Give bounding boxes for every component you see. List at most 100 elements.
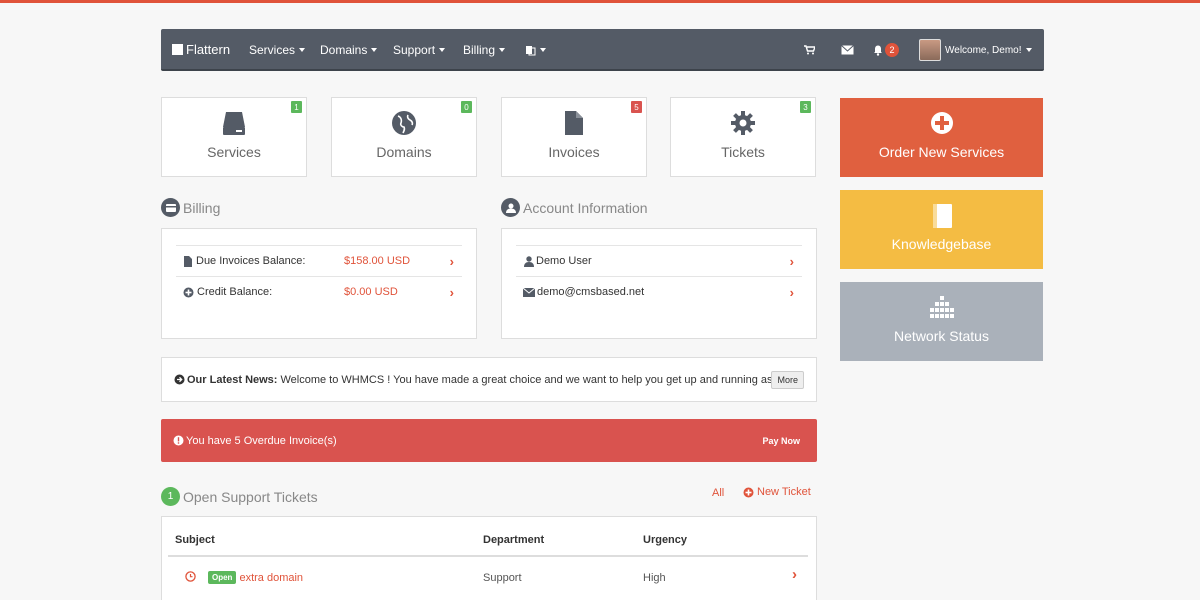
tickets-count-badge: 1 [161, 487, 180, 506]
nav-domains-label: Domains [320, 43, 368, 57]
new-ticket-link[interactable]: New Ticket [743, 486, 811, 498]
caret-down-icon [1025, 48, 1032, 52]
tile-label: Invoices [548, 144, 600, 160]
tickets-title: Open Support Tickets [183, 488, 318, 505]
tickets-table: Subject Department Urgency Open extra do… [161, 516, 817, 600]
tile-invoices[interactable]: 5 Invoices [501, 97, 647, 177]
plus-circle-icon [930, 112, 953, 134]
user-circle-icon [501, 198, 520, 217]
knowledgebase-button[interactable]: Knowledgebase [840, 190, 1043, 269]
gear-icon [731, 111, 755, 135]
notifications-button[interactable]: 2 [873, 29, 899, 71]
messages-button[interactable] [841, 29, 854, 71]
credit-balance-label: Credit Balance: [197, 286, 273, 298]
news-bar: Our Latest News: Welcome to WHMCS ! You … [161, 357, 817, 402]
ticket-urgency: High [643, 572, 666, 584]
nav-support-label: Support [393, 43, 436, 57]
arrow-circle-right-icon [174, 374, 185, 385]
account-header: Account Information [501, 198, 648, 217]
exclamation-circle-icon [173, 435, 184, 446]
notifications-count-badge: 2 [885, 43, 899, 57]
tile-label: Tickets [721, 144, 765, 160]
pay-now-button[interactable]: Pay Now [762, 436, 800, 446]
tile-services[interactable]: 1 Services [161, 97, 307, 177]
ticket-subject-cell: Open extra domain [208, 571, 303, 584]
nav-billing[interactable]: Billing [463, 29, 506, 71]
avatar [919, 39, 941, 61]
due-invoices-label: Due Invoices Balance: [196, 255, 306, 267]
welcome-text: Welcome, Demo! [945, 44, 1022, 56]
plus-circle-icon [183, 287, 194, 297]
tile-label: Domains [376, 144, 432, 160]
account-email: demo@cmsbased.net [537, 286, 645, 298]
tickets-all-link[interactable]: All [712, 487, 724, 499]
column-header-urgency[interactable]: Urgency [643, 534, 687, 546]
credit-balance-value: $0.00 USD [344, 286, 398, 298]
overdue-alert-text: You have 5 Overdue Invoice(s) [186, 434, 337, 447]
news-title: Our Latest News: [187, 373, 278, 386]
account-title: Account Information [523, 199, 648, 216]
status-badge: Open [208, 571, 237, 584]
brand-logo[interactable]: Flattern [172, 42, 230, 57]
billing-header: Billing [161, 198, 220, 217]
logo-square-icon [172, 43, 183, 55]
ticket-department: Support [483, 572, 522, 584]
server-icon [223, 112, 245, 135]
top-accent-strip [0, 0, 1200, 3]
table-header-divider [168, 555, 808, 557]
envelope-icon [841, 45, 854, 55]
ticket-subject-link[interactable]: extra domain [239, 572, 303, 584]
caret-down-icon [439, 48, 446, 52]
account-panel: Demo User › demo@cmsbased.net › [501, 228, 817, 339]
tile-tickets[interactable]: 3 Tickets [670, 97, 816, 177]
new-ticket-label: New Ticket [757, 486, 811, 498]
chevron-right-icon: › [449, 253, 454, 269]
cart-button[interactable] [804, 29, 815, 71]
globe-icon [392, 111, 416, 135]
nav-billing-label: Billing [463, 43, 496, 57]
overdue-alert: You have 5 Overdue Invoice(s) Pay Now [161, 419, 817, 462]
column-header-department[interactable]: Department [483, 534, 544, 546]
account-name-row[interactable]: Demo User › [516, 245, 802, 276]
cart-icon [804, 45, 815, 55]
language-menu[interactable] [525, 29, 546, 71]
language-icon [526, 45, 536, 55]
envelope-icon [523, 287, 535, 297]
news-more-button[interactable]: More [771, 371, 804, 389]
column-header-subject[interactable]: Subject [175, 534, 215, 546]
network-status-button[interactable]: Network Status [840, 282, 1043, 361]
nav-support[interactable]: Support [393, 29, 446, 71]
book-icon [932, 204, 952, 228]
nav-services[interactable]: Services [249, 29, 306, 71]
caret-down-icon [299, 48, 306, 52]
bell-icon [874, 45, 882, 56]
chevron-right-icon: › [449, 284, 454, 300]
nav-services-label: Services [249, 43, 296, 57]
brand-name: Flattern [186, 41, 231, 57]
user-menu[interactable]: Welcome, Demo! [919, 29, 1032, 71]
credit-card-icon [161, 198, 180, 217]
nav-domains[interactable]: Domains [320, 29, 378, 71]
order-new-services-label: Order New Services [878, 144, 1005, 160]
billing-title: Billing [183, 199, 221, 216]
file-icon [184, 255, 192, 267]
tile-domains[interactable]: 0 Domains [331, 97, 477, 177]
chevron-right-icon: › [792, 566, 797, 583]
due-invoices-value: $158.00 USD [344, 255, 411, 267]
tickets-header: 1 Open Support Tickets [161, 487, 318, 506]
account-email-row[interactable]: demo@cmsbased.net › [516, 276, 802, 307]
order-new-services-button[interactable]: Order New Services [840, 98, 1043, 177]
caret-down-icon [371, 48, 378, 52]
chevron-right-icon: › [789, 253, 794, 269]
network-icon [929, 296, 954, 318]
top-navbar: Flattern Services Domains Support Billin… [161, 29, 1044, 71]
caret-down-icon [499, 48, 506, 52]
knowledgebase-label: Knowledgebase [891, 236, 992, 252]
chevron-right-icon: › [789, 284, 794, 300]
plus-circle-icon [743, 487, 754, 497]
credit-balance-row[interactable]: Credit Balance: $0.00 USD › [176, 276, 462, 307]
clock-icon [185, 571, 196, 582]
due-invoices-row[interactable]: Due Invoices Balance: $158.00 USD › [176, 245, 462, 276]
billing-panel: Due Invoices Balance: $158.00 USD › Cred… [161, 228, 477, 339]
news-text: Welcome to WHMCS ! You have made a great… [280, 373, 782, 386]
